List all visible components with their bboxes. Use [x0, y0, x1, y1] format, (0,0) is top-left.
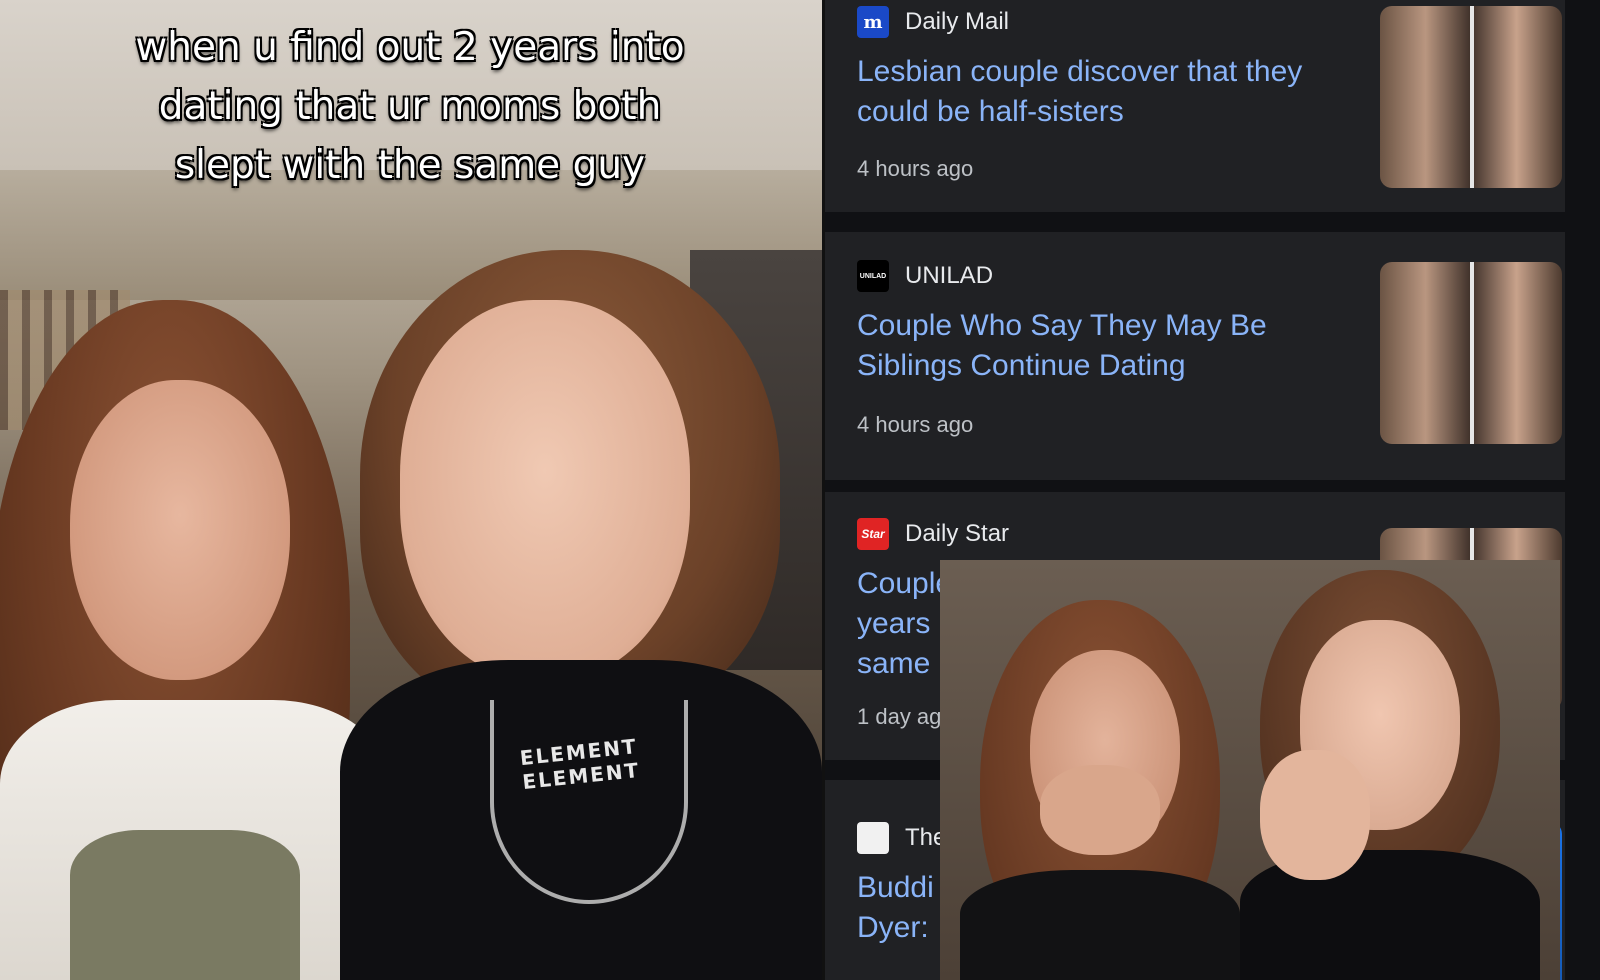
person-right-face	[400, 300, 690, 680]
daily-mail-logo-icon: m	[857, 6, 889, 38]
headline-link[interactable]: Lesbian couple discover that they could …	[857, 52, 1357, 132]
source-name: Daily Mail	[905, 8, 1010, 35]
daily-star-logo-icon: Star	[857, 518, 889, 550]
unilad-logo-icon: UNILAD	[857, 260, 889, 292]
source-name: UNILAD	[905, 262, 994, 289]
reaction-person-left-hand	[1040, 765, 1160, 855]
headline-link[interactable]: Couple Who Say They May Be Siblings Cont…	[857, 306, 1357, 386]
person-left-face	[70, 380, 290, 680]
source-row: UNILAD UNILAD	[857, 260, 993, 292]
thumbnail-image[interactable]	[1380, 6, 1562, 188]
reaction-person-right-hand	[1260, 750, 1370, 880]
thumbnail-image[interactable]	[1380, 262, 1562, 444]
person-left-top	[70, 830, 300, 980]
timestamp: 4 hours ago	[857, 412, 974, 437]
reaction-person-left-shirt	[960, 870, 1240, 980]
the-m-logo-icon	[857, 822, 889, 854]
source-row: Star Daily Star	[857, 518, 1009, 550]
news-card[interactable]: UNILAD UNILAD Couple Who Say They May Be…	[825, 232, 1565, 480]
news-card[interactable]: m Daily Mail Lesbian couple discover tha…	[825, 0, 1565, 212]
reaction-video-overlay	[940, 560, 1560, 980]
source-name: Daily Star	[905, 520, 1010, 547]
video-frame: ELEMENT ELEMENT when u find out 2 years …	[0, 0, 822, 980]
timestamp: 4 hours ago	[857, 156, 974, 181]
source-row: m Daily Mail	[857, 6, 1009, 38]
video-caption: when u find out 2 years into dating that…	[135, 25, 685, 188]
